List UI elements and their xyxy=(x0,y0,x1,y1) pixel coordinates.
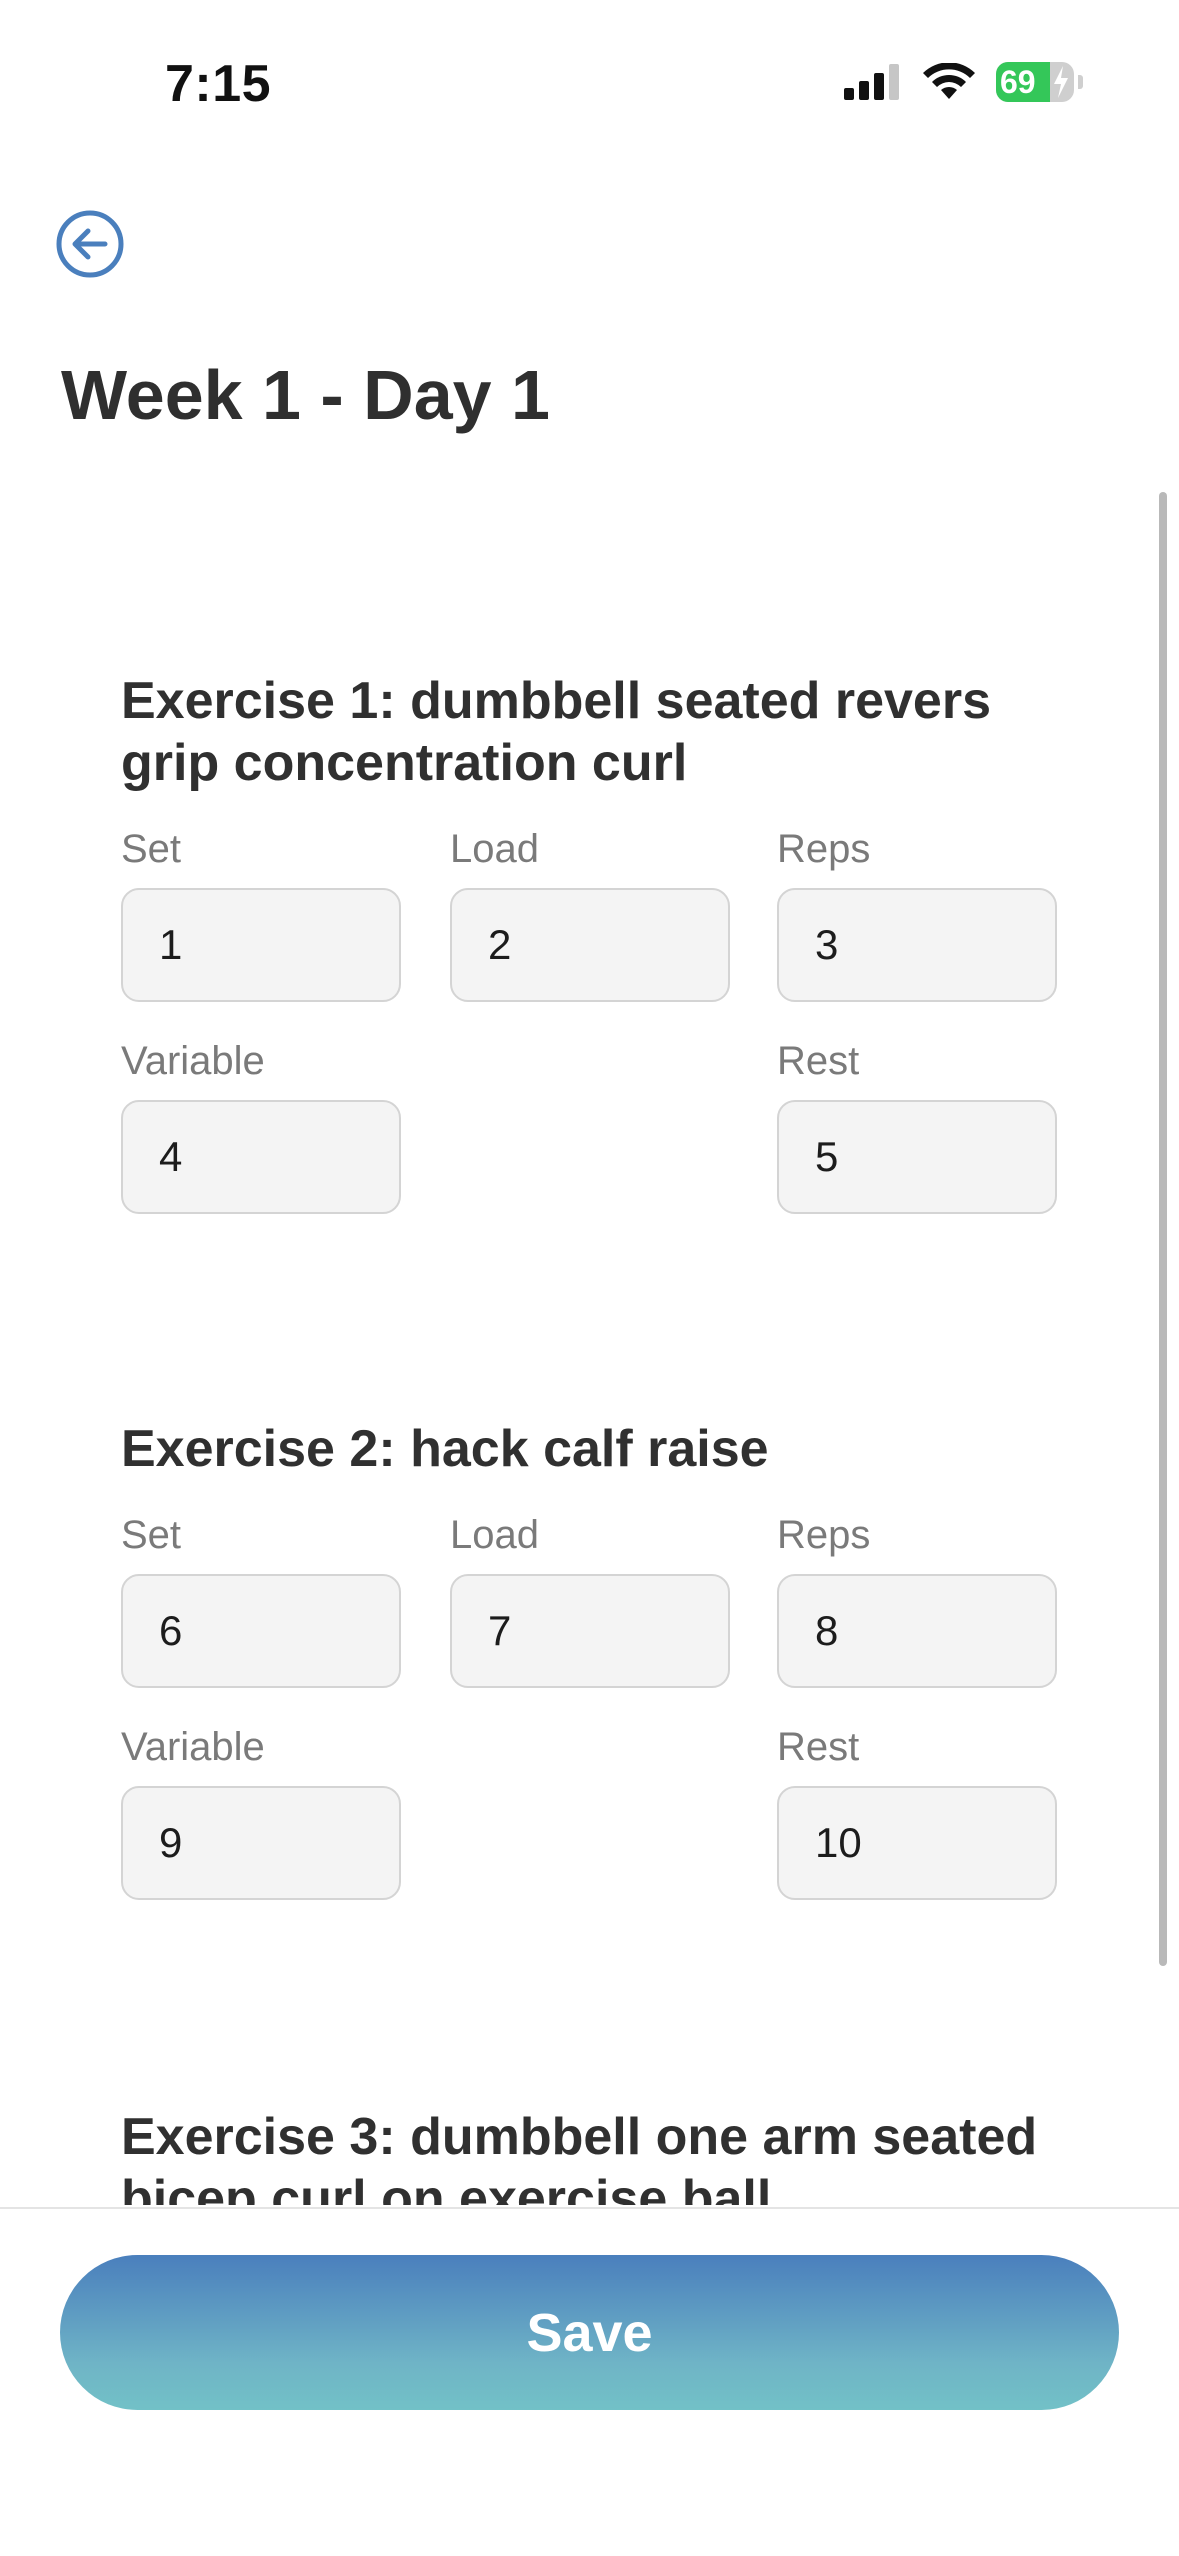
rest-input[interactable] xyxy=(777,1100,1057,1214)
footer-divider xyxy=(0,2207,1179,2209)
exercise-fields: Set Load Reps Variable Rest xyxy=(121,1510,1061,1910)
reps-input[interactable] xyxy=(777,1574,1057,1688)
battery-percentage: 69 xyxy=(1000,64,1036,100)
load-input[interactable] xyxy=(450,888,730,1002)
exercise-card: Exercise 1: dumbbell seated revers grip … xyxy=(121,670,1061,1224)
variable-field: Variable xyxy=(121,1722,401,1900)
rest-input[interactable] xyxy=(777,1786,1057,1900)
rest-label: Rest xyxy=(777,1039,860,1083)
exercise-card: Exercise 2: hack calf raise Set Load Rep… xyxy=(121,1418,1061,1910)
back-button[interactable] xyxy=(55,209,125,279)
variable-input[interactable] xyxy=(121,1100,401,1214)
exercise-title: Exercise 3: dumbbell one arm seated bice… xyxy=(121,2108,1038,2205)
variable-input[interactable] xyxy=(121,1786,401,1900)
exercise-card: Exercise 3: dumbbell one arm seated bice… xyxy=(121,2106,1061,2205)
variable-label: Variable xyxy=(121,1725,265,1769)
exercise-title: Exercise 1: dumbbell seated revers grip … xyxy=(121,672,992,792)
load-field: Load xyxy=(450,824,730,1002)
reps-input[interactable] xyxy=(777,888,1057,1002)
status-time: 7:15 xyxy=(165,55,272,113)
load-label: Load xyxy=(450,827,539,871)
set-field: Set xyxy=(121,1510,401,1688)
status-bar: 7:15 69 xyxy=(0,0,1179,150)
set-input[interactable] xyxy=(121,1574,401,1688)
rest-label: Rest xyxy=(777,1725,860,1769)
battery-icon: 69 xyxy=(996,62,1074,102)
signal-icon xyxy=(844,64,902,100)
load-field: Load xyxy=(450,1510,730,1688)
reps-field: Reps xyxy=(777,824,1057,1002)
set-label: Set xyxy=(121,827,182,871)
rest-field: Rest xyxy=(777,1722,1057,1900)
save-button[interactable]: Save xyxy=(60,2255,1119,2410)
exercise-title: Exercise 2: hack calf raise xyxy=(121,1420,769,1478)
page-title: Week 1 - Day 1 xyxy=(61,356,550,434)
exercise-fields: Set Load Reps Variable Rest xyxy=(121,824,1061,1224)
set-label: Set xyxy=(121,1513,182,1557)
variable-field: Variable xyxy=(121,1036,401,1214)
reps-label: Reps xyxy=(777,1513,871,1557)
load-label: Load xyxy=(450,1513,539,1557)
rest-field: Rest xyxy=(777,1036,1057,1214)
exercise-list[interactable]: Exercise 1: dumbbell seated revers grip … xyxy=(0,470,1179,2205)
wifi-icon xyxy=(922,63,976,101)
variable-label: Variable xyxy=(121,1039,265,1083)
load-input[interactable] xyxy=(450,1574,730,1688)
charging-bolt-icon xyxy=(1052,66,1070,102)
reps-label: Reps xyxy=(777,827,871,871)
back-arrow-icon xyxy=(56,210,124,278)
screen: 7:15 69 Week 1 - Day 1 Exercise 1: dumbb… xyxy=(0,0,1179,2556)
status-icons: 69 xyxy=(844,62,1083,102)
set-input[interactable] xyxy=(121,888,401,1002)
battery-cap xyxy=(1078,75,1083,89)
scrollbar[interactable] xyxy=(1159,492,1167,1966)
set-field: Set xyxy=(121,824,401,1002)
reps-field: Reps xyxy=(777,1510,1057,1688)
